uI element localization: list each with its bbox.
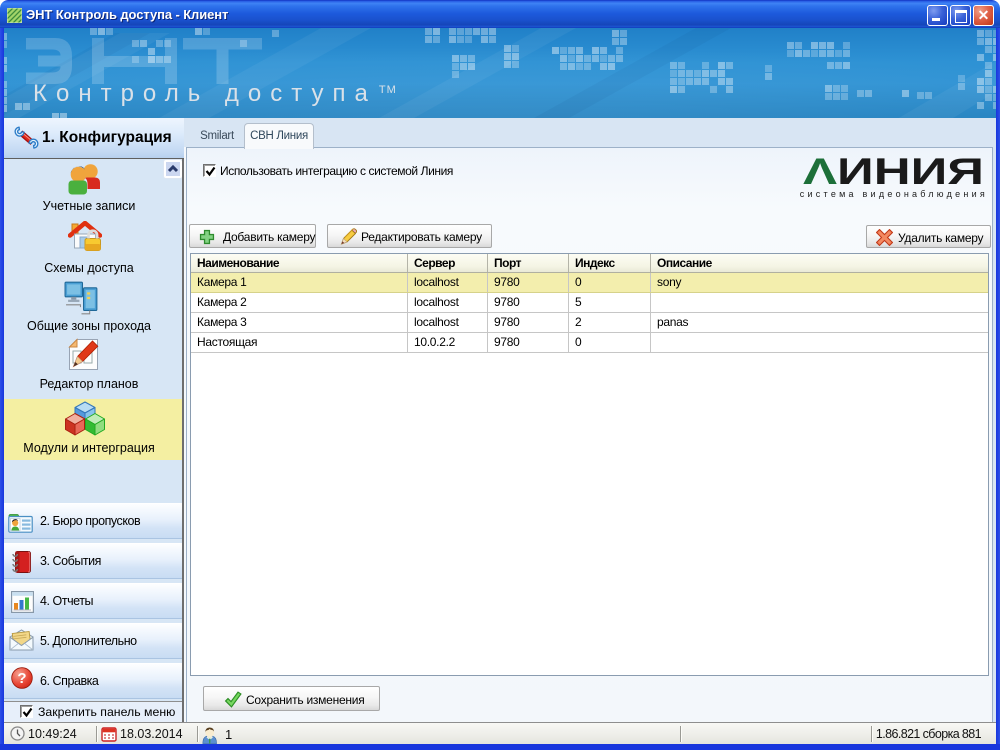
svg-text:?: ? bbox=[17, 670, 26, 687]
